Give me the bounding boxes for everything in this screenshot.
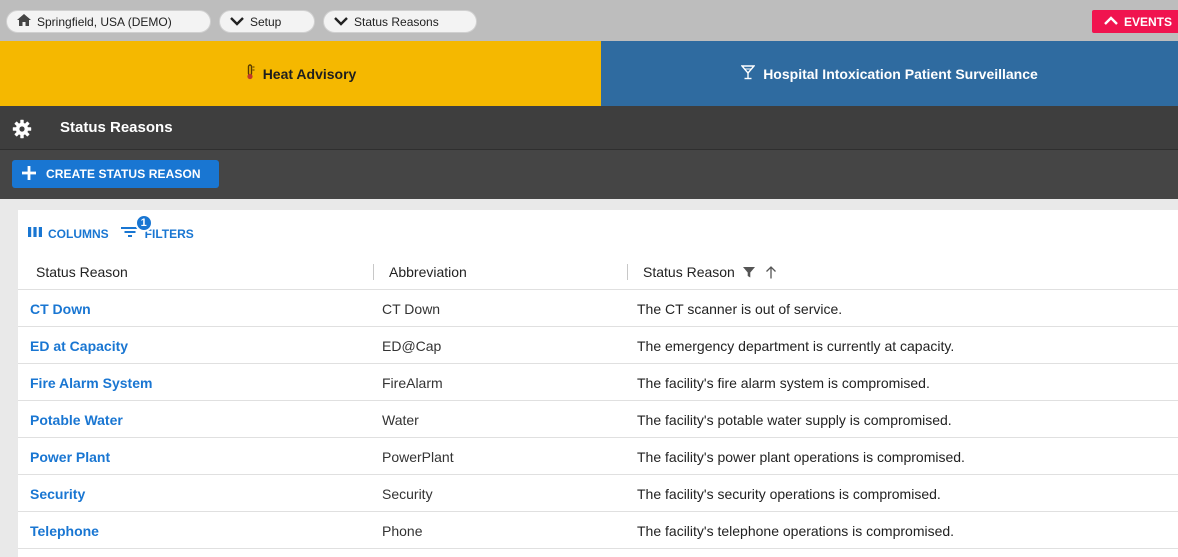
banner-label: Hospital Intoxication Patient Surveillan… bbox=[763, 65, 1038, 82]
filter-count-badge: 1 bbox=[134, 214, 153, 232]
toolbar: CREATE STATUS REASON bbox=[0, 150, 1178, 199]
abbreviation-cell: Security bbox=[382, 485, 433, 502]
banner-label: Heat Advisory bbox=[262, 65, 357, 82]
description-cell: The CT scanner is out of service. bbox=[637, 300, 843, 317]
description-cell: The facility's fire alarm system is comp… bbox=[637, 374, 930, 391]
grid-header-row: Status Reason Abbreviation Status Reason bbox=[18, 254, 1178, 290]
filters-label: FILTERS bbox=[144, 226, 194, 241]
status-reason-link[interactable]: ED at Capacity bbox=[30, 327, 128, 364]
page-title: Status Reasons bbox=[60, 119, 173, 136]
abbreviation-cell: Phone bbox=[382, 522, 423, 539]
breadcrumb-label: Status Reasons bbox=[354, 14, 439, 29]
filter-icon[interactable] bbox=[742, 266, 755, 278]
column-header-label: Status Reason bbox=[643, 264, 735, 280]
status-reason-link[interactable]: CT Down bbox=[30, 290, 91, 327]
column-header-status-reason[interactable]: Status Reason bbox=[36, 254, 128, 290]
description-cell: The facility's telephone operations is c… bbox=[637, 522, 955, 539]
filters-button[interactable]: 1 FILTERS bbox=[120, 214, 194, 241]
create-status-reason-button[interactable]: CREATE STATUS REASON bbox=[12, 160, 219, 188]
create-button-label: CREATE STATUS REASON bbox=[46, 167, 201, 181]
section-header: Status Reasons bbox=[0, 106, 1178, 150]
abbreviation-cell: PowerPlant bbox=[382, 448, 454, 465]
columns-label: COLUMNS bbox=[48, 226, 109, 241]
thermometer-icon bbox=[245, 64, 263, 83]
abbreviation-cell: CT Down bbox=[382, 300, 441, 317]
status-reason-link[interactable]: Telephone bbox=[30, 512, 99, 549]
abbreviation-cell: Water bbox=[382, 411, 419, 428]
status-reason-link[interactable]: Potable Water bbox=[30, 401, 123, 438]
cocktail-icon bbox=[740, 64, 763, 83]
breadcrumb-label: Setup bbox=[250, 14, 282, 29]
chevron-down-icon bbox=[334, 15, 354, 29]
breadcrumb-setup[interactable]: Setup bbox=[219, 10, 315, 33]
top-bar: Springfield, USA (DEMO) Setup Status Rea… bbox=[0, 0, 1178, 41]
abbreviation-cell: FireAlarm bbox=[382, 374, 443, 391]
banner-hospital-surveillance[interactable]: Hospital Intoxication Patient Surveillan… bbox=[601, 41, 1178, 106]
table-row[interactable]: Power Plant PowerPlant The facility's po… bbox=[18, 438, 1178, 475]
table-row[interactable]: CT Down CT Down The CT scanner is out of… bbox=[18, 290, 1178, 327]
column-separator[interactable] bbox=[373, 264, 374, 280]
sort-ascending-icon[interactable] bbox=[765, 265, 777, 279]
column-header-label: Abbreviation bbox=[389, 264, 467, 280]
events-button[interactable]: EVENTS bbox=[1092, 10, 1178, 33]
description-cell: The emergency department is currently at… bbox=[637, 337, 955, 354]
table-row[interactable]: Security Security The facility's securit… bbox=[18, 475, 1178, 512]
table-row[interactable]: Potable Water Water The facility's potab… bbox=[18, 401, 1178, 438]
breadcrumb-status-reasons[interactable]: Status Reasons bbox=[323, 10, 477, 33]
description-cell: The facility's security operations is co… bbox=[637, 485, 941, 502]
chevron-up-icon bbox=[1104, 15, 1124, 29]
description-cell: The facility's power plant operations is… bbox=[637, 448, 965, 465]
status-reason-link[interactable]: Security bbox=[30, 475, 85, 512]
table-row[interactable]: Fire Alarm System FireAlarm The facility… bbox=[18, 364, 1178, 401]
home-icon bbox=[17, 14, 37, 29]
gear-icon bbox=[6, 117, 38, 141]
plus-icon bbox=[22, 165, 46, 183]
grid-toolbar: COLUMNS 1 FILTERS bbox=[28, 214, 194, 241]
columns-icon bbox=[28, 226, 48, 241]
abbreviation-cell: ED@Cap bbox=[382, 337, 442, 354]
column-separator[interactable] bbox=[627, 264, 628, 280]
column-header-label: Status Reason bbox=[36, 264, 128, 280]
status-reason-link[interactable]: Fire Alarm System bbox=[30, 364, 152, 401]
table-row[interactable]: ED at Capacity ED@Cap The emergency depa… bbox=[18, 327, 1178, 364]
data-grid: COLUMNS 1 FILTERS Status Reason Abbrevia… bbox=[18, 210, 1178, 557]
breadcrumb-home[interactable]: Springfield, USA (DEMO) bbox=[6, 10, 211, 33]
column-header-status-reason-desc[interactable]: Status Reason bbox=[643, 254, 777, 290]
banner-heat-advisory[interactable]: Heat Advisory bbox=[0, 41, 601, 106]
description-cell: The facility's potable water supply is c… bbox=[637, 411, 952, 428]
columns-button[interactable]: COLUMNS bbox=[28, 226, 109, 241]
chevron-down-icon bbox=[230, 15, 250, 29]
table-row[interactable]: Telephone Phone The facility's telephone… bbox=[18, 512, 1178, 549]
breadcrumb-label: Springfield, USA (DEMO) bbox=[37, 14, 172, 29]
events-label: EVENTS bbox=[1124, 14, 1173, 29]
status-reason-link[interactable]: Power Plant bbox=[30, 438, 110, 475]
column-header-abbreviation[interactable]: Abbreviation bbox=[389, 254, 467, 290]
